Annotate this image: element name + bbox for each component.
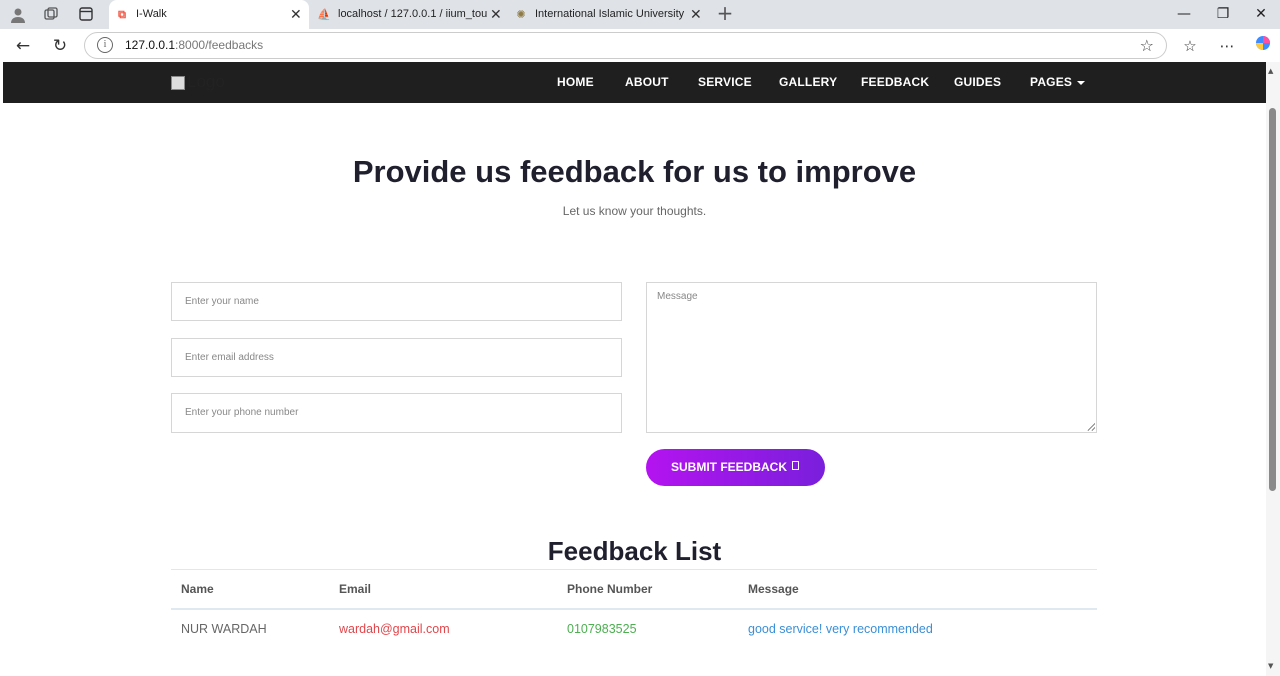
- tab-title: International Islamic University M: [535, 8, 685, 20]
- column-header-message: Message: [748, 582, 799, 596]
- tab-phpmyadmin[interactable]: ⛵ localhost / 127.0.0.1 / iium_tour_g ✕: [311, 0, 506, 29]
- page-scrollbar[interactable]: ▲ ▼: [1266, 62, 1280, 676]
- profile-icon[interactable]: [9, 6, 27, 24]
- window-close-icon[interactable]: ✕: [1243, 0, 1279, 29]
- more-menu-icon[interactable]: ⋯: [1215, 34, 1239, 58]
- url-field[interactable]: i 127.0.0.1:8000/feedbacks ☆: [84, 32, 1167, 59]
- copilot-icon[interactable]: [1251, 34, 1275, 58]
- submit-label: SUBMIT FEEDBACK: [671, 460, 787, 474]
- cell-message: good service! very recommended: [748, 622, 933, 636]
- url-path: :8000/feedbacks: [175, 38, 264, 52]
- scroll-up-icon[interactable]: ▲: [1268, 67, 1273, 75]
- table-divider: [171, 569, 1097, 570]
- page-title: Provide us feedback for us to improve: [352, 154, 917, 189]
- site-info-icon[interactable]: i: [97, 37, 113, 53]
- nav-about[interactable]: ABOUT: [625, 75, 669, 89]
- laravel-icon: ⧉: [118, 9, 126, 21]
- site-navbar: Logo HOME ABOUT SERVICE GALLERY FEEDBACK…: [3, 62, 1266, 103]
- phpmyadmin-icon: ⛵: [317, 9, 331, 21]
- close-icon[interactable]: ✕: [690, 0, 702, 29]
- nav-feedback[interactable]: FEEDBACK: [861, 75, 929, 89]
- logo-alt-text: Logo: [187, 72, 225, 91]
- iium-icon: ✺: [516, 9, 526, 21]
- favorites-icon[interactable]: ☆: [1178, 34, 1202, 58]
- broken-image-icon: [171, 75, 185, 90]
- nav-home[interactable]: HOME: [557, 75, 594, 89]
- column-header-phone: Phone Number: [567, 582, 653, 596]
- column-header-name: Name: [181, 582, 214, 596]
- column-header-email: Email: [339, 582, 372, 596]
- name-input[interactable]: Enter your name: [171, 282, 622, 321]
- new-tab-icon[interactable]: +: [716, 3, 734, 23]
- tab-title: localhost / 127.0.0.1 / iium_tour_g: [338, 8, 488, 20]
- reload-icon[interactable]: ↻: [48, 34, 72, 58]
- email-input[interactable]: Enter email address: [171, 338, 622, 377]
- browser-tab-bar: ⧉ I-Walk ✕ ⛵ localhost / 127.0.0.1 / iiu…: [0, 0, 1280, 29]
- back-icon[interactable]: ←: [11, 34, 35, 58]
- phone-input[interactable]: Enter your phone number: [171, 393, 622, 433]
- close-icon[interactable]: ✕: [290, 0, 302, 29]
- tab-title: I-Walk: [136, 8, 167, 20]
- logo-image[interactable]: Logo: [171, 72, 225, 92]
- feedback-list-title: Feedback List: [547, 536, 722, 566]
- nav-service[interactable]: SERVICE: [698, 75, 752, 89]
- caret-down-icon: [1077, 80, 1086, 85]
- submit-feedback-button[interactable]: SUBMIT FEEDBACK: [646, 449, 825, 486]
- tab-iium[interactable]: ✺ International Islamic University M ✕: [508, 0, 708, 29]
- nav-pages-dropdown[interactable]: PAGES: [1030, 75, 1086, 89]
- nav-pages-label: PAGES: [1030, 75, 1073, 89]
- scroll-down-icon[interactable]: ▼: [1268, 662, 1273, 670]
- cell-phone: 0107983525: [567, 622, 637, 636]
- table-header-divider: [171, 608, 1097, 610]
- nav-gallery[interactable]: GALLERY: [779, 75, 837, 89]
- minimize-icon[interactable]: —: [1166, 0, 1202, 29]
- scroll-thumb[interactable]: [1269, 108, 1276, 491]
- message-textarea[interactable]: Message: [646, 282, 1097, 433]
- tab-actions-icon[interactable]: [77, 6, 95, 24]
- tab-iwalk[interactable]: ⧉ I-Walk ✕: [109, 0, 309, 29]
- message-placeholder: Message: [657, 291, 698, 302]
- page-viewport: Logo HOME ABOUT SERVICE GALLERY FEEDBACK…: [3, 62, 1266, 676]
- address-bar: ← ↻ i 127.0.0.1:8000/feedbacks ☆ ☆ ⋯: [0, 29, 1280, 62]
- favorite-star-icon[interactable]: ☆: [1140, 36, 1154, 55]
- url-host: 127.0.0.1: [125, 38, 176, 52]
- workspaces-icon[interactable]: [42, 6, 60, 24]
- send-icon: [792, 461, 799, 470]
- restore-icon[interactable]: ❐: [1205, 0, 1241, 29]
- resize-handle-icon[interactable]: [1087, 423, 1095, 431]
- cell-email: wardah@gmail.com: [339, 622, 450, 636]
- cell-name: NUR WARDAH: [181, 622, 267, 636]
- page-subtitle: Let us know your thoughts.: [562, 204, 707, 218]
- url-text: 127.0.0.1:8000/feedbacks: [125, 38, 263, 52]
- nav-guides[interactable]: GUIDES: [954, 75, 1001, 89]
- close-icon[interactable]: ✕: [490, 0, 502, 29]
